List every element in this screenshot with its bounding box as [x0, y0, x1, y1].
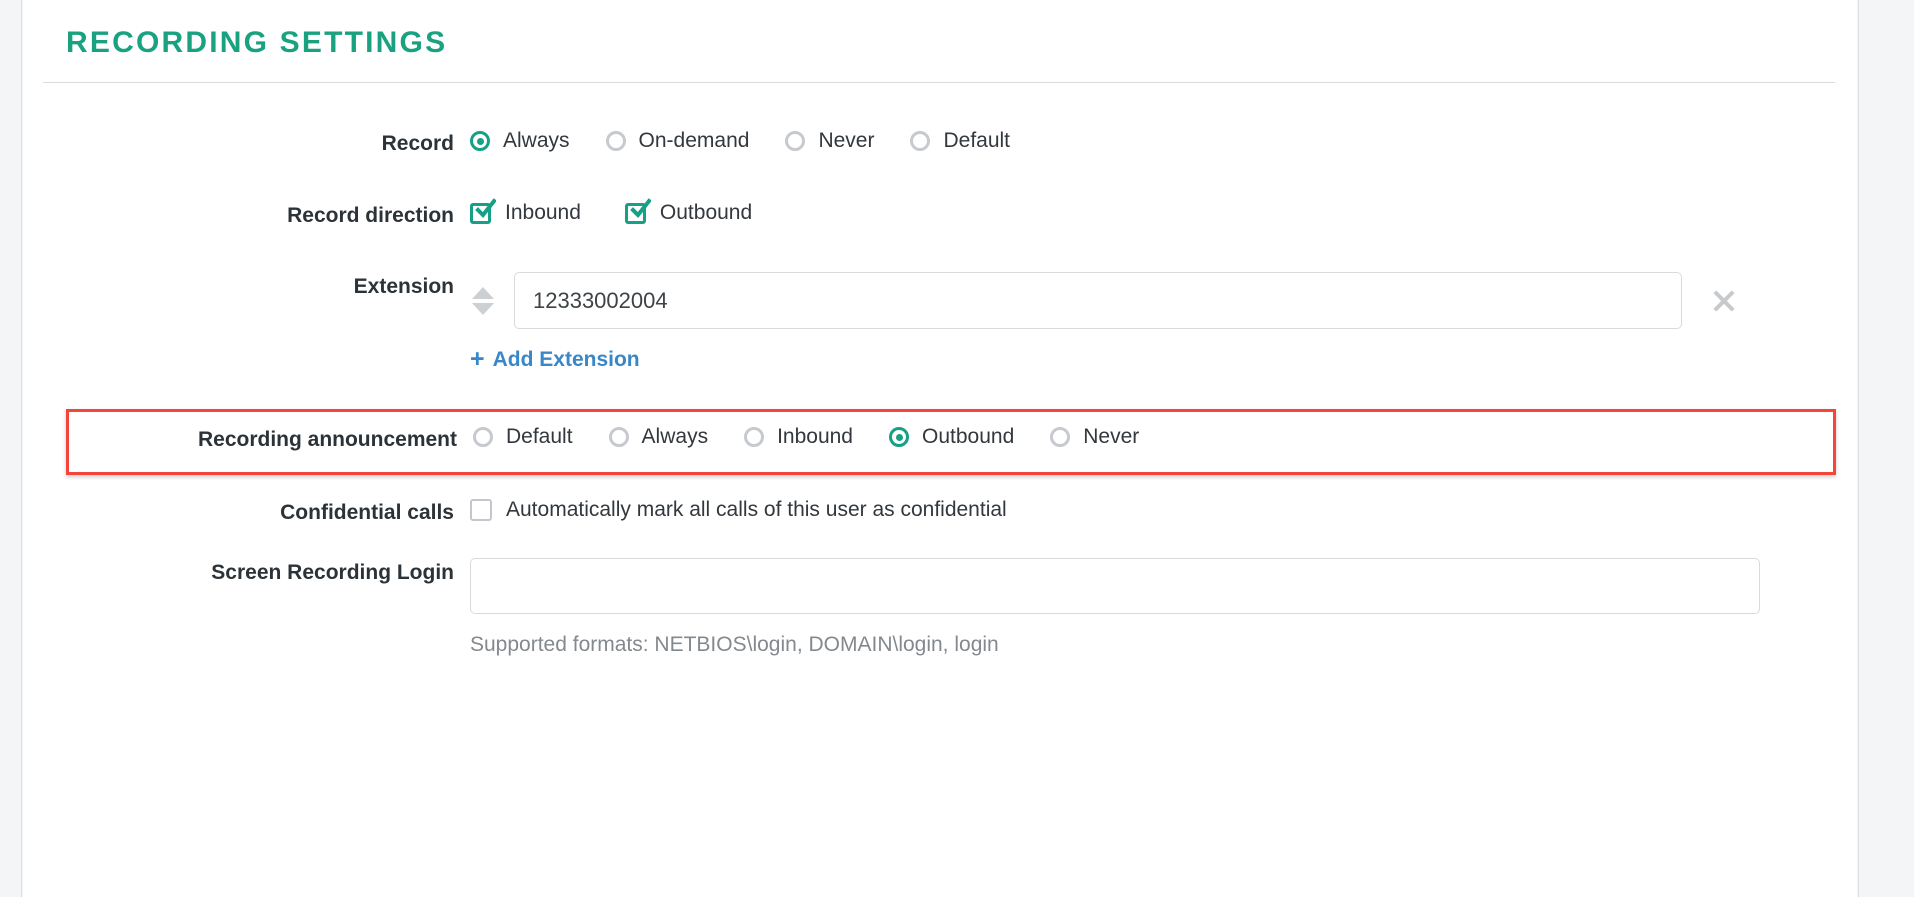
radio-announcement-inbound[interactable]: Inbound: [744, 425, 853, 449]
radio-announcement-always[interactable]: Always: [608, 425, 709, 449]
add-extension-button[interactable]: + Add Extension: [470, 347, 640, 372]
radio-label: Outbound: [922, 425, 1015, 448]
field-add-extension: + Add Extension: [470, 347, 1857, 372]
radio-selected-icon[interactable]: [889, 427, 909, 447]
triangle-up-icon: [472, 286, 494, 299]
add-extension-label: Add Extension: [492, 347, 640, 371]
extension-input[interactable]: [514, 272, 1682, 329]
radio-group-record: Always On-demand Never Default: [470, 129, 1010, 153]
recording-settings-page: RECORDING SETTINGS Record Always On-dema…: [0, 0, 1914, 897]
radio-announcement-never[interactable]: Never: [1050, 425, 1139, 449]
radio-announcement-default[interactable]: Default: [473, 425, 573, 449]
checkbox-group-record-direction: Inbound Outbound: [470, 197, 753, 225]
radio-label: Default: [943, 129, 1011, 152]
radio-label: Default: [506, 425, 573, 448]
label-recording-announcement: Recording announcement: [197, 428, 457, 451]
field-screen-recording-login: [470, 558, 1857, 614]
screen-recording-login-input[interactable]: [470, 558, 1760, 614]
sort-updown-icon[interactable]: [470, 286, 496, 315]
right-gutter: [1858, 0, 1914, 897]
checkbox-label: Outbound: [659, 201, 753, 224]
radio-selected-icon[interactable]: [470, 131, 490, 151]
form-row-recording-announcement: Recording announcement Default Always In…: [69, 425, 1833, 459]
checkbox-label: Inbound: [505, 201, 581, 224]
radio-record-default[interactable]: Default: [910, 129, 1010, 153]
label-record-direction: Record direction: [287, 204, 454, 227]
label-record: Record: [381, 132, 454, 155]
checkbox-unchecked-icon[interactable]: [470, 499, 492, 521]
checkbox-label: Automatically mark all calls of this use…: [506, 498, 1007, 521]
form-row-record-direction: Record direction Inbound Outbound: [23, 197, 1857, 235]
field-recording-announcement: Default Always Inbound Outbound Never: [473, 425, 1833, 449]
form-row-screen-recording-login: Screen Recording Login: [23, 558, 1857, 614]
radio-record-on-demand[interactable]: On-demand: [605, 129, 750, 153]
radio-unselected-icon[interactable]: [744, 427, 765, 447]
checkmark-icon: [475, 197, 496, 218]
radio-unselected-icon[interactable]: [473, 427, 493, 447]
settings-panel: RECORDING SETTINGS Record Always On-dema…: [23, 0, 1857, 897]
radio-label: On-demand: [638, 129, 750, 152]
close-x-icon[interactable]: [1708, 285, 1740, 317]
field-record: Always On-demand Never Default: [470, 129, 1857, 153]
radio-unselected-icon[interactable]: [910, 131, 931, 151]
radio-unselected-icon[interactable]: [785, 131, 806, 151]
left-gutter: [0, 0, 22, 897]
plus-icon: +: [470, 345, 485, 373]
checkbox-confidential-calls[interactable]: Automatically mark all calls of this use…: [470, 498, 1007, 522]
form-row-confidential-calls: Confidential calls Automatically mark al…: [23, 498, 1857, 532]
radio-label: Never: [818, 129, 875, 152]
field-extension: [470, 272, 1857, 329]
checkbox-checked-icon[interactable]: [470, 197, 496, 224]
radio-label: Inbound: [777, 425, 853, 448]
field-confidential-calls: Automatically mark all calls of this use…: [470, 498, 1857, 522]
form-row-record: Record Always On-demand Never Default: [23, 129, 1857, 163]
field-helper: Supported formats: NETBIOS\login, DOMAIN…: [470, 632, 1857, 658]
radio-announcement-outbound[interactable]: Outbound: [889, 425, 1014, 449]
form-row-extension: Extension: [23, 272, 1857, 329]
form-row-add-extension: + Add Extension: [23, 347, 1857, 381]
highlight-recording-announcement: Recording announcement Default Always In…: [66, 409, 1836, 475]
radio-unselected-icon[interactable]: [605, 131, 626, 151]
radio-label: Always: [641, 425, 709, 448]
label-confidential-calls: Confidential calls: [280, 501, 454, 524]
label-screen-recording-login: Screen Recording Login: [211, 561, 454, 584]
field-record-direction: Inbound Outbound: [470, 197, 1857, 225]
checkbox-inbound[interactable]: Inbound: [470, 197, 581, 225]
label-extension: Extension: [353, 275, 454, 298]
form-row-helper: Supported formats: NETBIOS\login, DOMAIN…: [23, 632, 1857, 666]
recording-settings-form-lower: Confidential calls Automatically mark al…: [23, 498, 1857, 666]
page-title: RECORDING SETTINGS: [66, 26, 448, 59]
radio-label: Never: [1083, 425, 1140, 448]
radio-group-recording-announcement: Default Always Inbound Outbound Never: [473, 425, 1139, 449]
checkbox-outbound[interactable]: Outbound: [624, 197, 753, 225]
supported-formats-hint: Supported formats: NETBIOS\login, DOMAIN…: [470, 633, 999, 656]
radio-unselected-icon[interactable]: [1050, 427, 1071, 447]
radio-record-always[interactable]: Always: [470, 129, 570, 153]
recording-settings-form: Record Always On-demand Never Default Re…: [23, 83, 1857, 381]
radio-label: Always: [503, 129, 570, 152]
triangle-down-icon: [472, 302, 494, 315]
radio-unselected-icon[interactable]: [608, 427, 629, 447]
radio-record-never[interactable]: Never: [785, 129, 874, 153]
checkbox-checked-icon[interactable]: [624, 197, 651, 224]
checkmark-icon: [630, 197, 651, 218]
